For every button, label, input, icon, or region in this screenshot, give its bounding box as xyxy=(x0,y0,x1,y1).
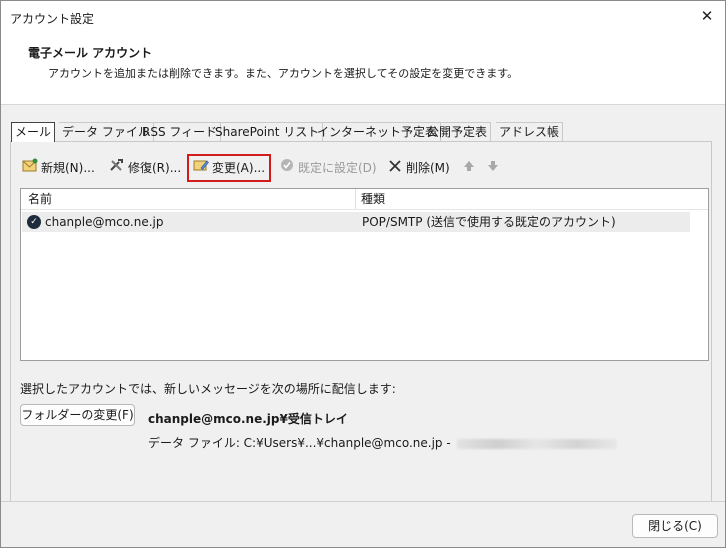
delivery-label: 選択したアカウントでは、新しいメッセージを次の場所に配信します: xyxy=(20,382,396,396)
repair-button[interactable]: 修復(R)... xyxy=(109,158,181,178)
redacted-filename xyxy=(456,438,617,449)
column-separator[interactable] xyxy=(355,189,356,209)
delivery-path: chanple@mco.ne.jp¥受信トレイ xyxy=(148,412,348,426)
tab-mail[interactable]: メール xyxy=(11,122,56,142)
repair-label: 修復(R)... xyxy=(128,161,182,175)
tab-published-calendars[interactable]: 公開予定表 xyxy=(424,122,492,142)
set-default-label: 既定に設定(D) xyxy=(298,161,377,175)
new-account-label: 新規(N)... xyxy=(41,161,95,175)
dialog-header: 電子メール アカウント アカウントを追加または削除できます。また、アカウントを選… xyxy=(1,32,725,105)
change-account-icon xyxy=(193,156,209,180)
header-title: 電子メール アカウント xyxy=(28,46,153,60)
header-description: アカウントを追加または削除できます。また、アカウントを選択してその設定を変更でき… xyxy=(48,67,519,80)
footer-divider xyxy=(1,501,725,502)
table-row[interactable]: ✓ chanple@mco.ne.jp POP/SMTP (送信で使用する既定の… xyxy=(22,212,690,232)
move-up-icon[interactable] xyxy=(463,158,475,178)
tab-address-books[interactable]: アドレス帳 xyxy=(496,122,564,142)
close-icon[interactable]: ✕ xyxy=(693,3,721,29)
new-account-button[interactable]: 新規(N)... xyxy=(22,158,95,178)
tab-sharepoint-lists[interactable]: SharePoint リスト xyxy=(212,122,324,142)
tab-rss-feeds[interactable]: RSS フィード xyxy=(139,122,222,142)
window-title: アカウント設定 xyxy=(10,12,95,26)
set-default-button[interactable]: 既定に設定(D) xyxy=(279,158,377,178)
account-name: chanple@mco.ne.jp xyxy=(45,215,164,229)
change-label: 変更(A)... xyxy=(212,161,266,175)
account-type: POP/SMTP (送信で使用する既定のアカウント) xyxy=(362,215,616,229)
data-file-path: データ ファイル: C:¥Users¥...¥chanple@mco.ne.jp… xyxy=(148,436,451,450)
tab-internet-calendars[interactable]: インターネット予定表 xyxy=(314,122,442,142)
new-account-icon xyxy=(22,158,38,178)
delete-button[interactable]: 削除(M) xyxy=(387,158,450,178)
account-settings-dialog: アカウント設定 ✕ 電子メール アカウント アカウントを追加または削除できます。… xyxy=(0,0,726,548)
close-button[interactable]: 閉じる(C) xyxy=(632,514,718,538)
title-bar: アカウント設定 ✕ xyxy=(1,1,725,32)
column-header-name[interactable]: 名前 xyxy=(28,189,52,209)
change-folder-button[interactable]: フォルダーの変更(F) xyxy=(20,404,135,426)
check-circle-icon xyxy=(279,158,295,178)
header-divider xyxy=(21,209,708,210)
move-down-icon[interactable] xyxy=(487,158,499,178)
data-file-info: データ ファイル: C:¥Users¥...¥chanple@mco.ne.jp… xyxy=(148,434,617,451)
account-list: 名前 種類 ✓ chanple@mco.ne.jp POP/SMTP (送信で使… xyxy=(20,188,709,361)
wrench-icon xyxy=(109,158,125,178)
delete-label: 削除(M) xyxy=(406,161,450,175)
delete-x-icon xyxy=(387,158,403,178)
column-header-type[interactable]: 種類 xyxy=(361,189,385,209)
default-check-icon: ✓ xyxy=(27,215,41,229)
change-button[interactable]: 変更(A)... xyxy=(187,154,272,182)
